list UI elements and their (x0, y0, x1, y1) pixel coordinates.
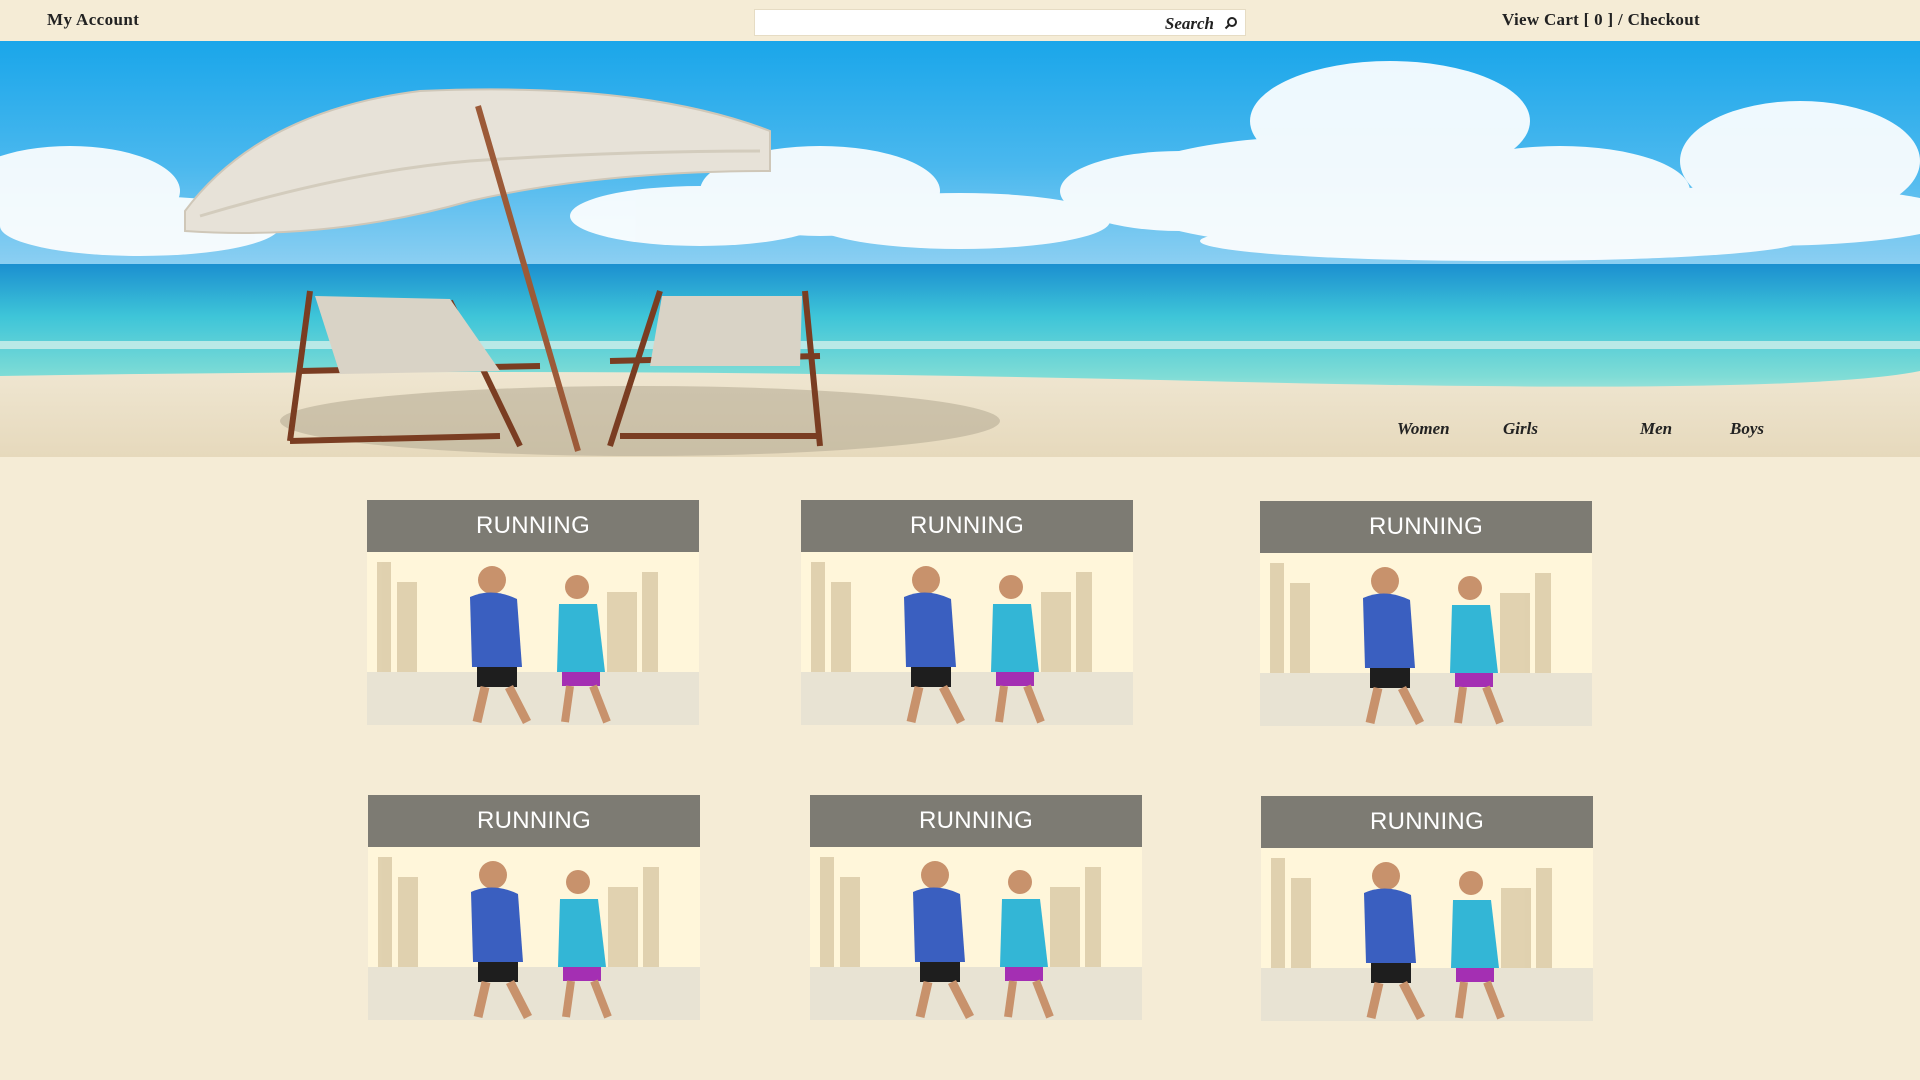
product-title: RUNNING (801, 500, 1133, 552)
my-account-link[interactable]: My Account (47, 10, 139, 30)
nav-boys[interactable]: Boys (1730, 419, 1764, 439)
product-title: RUNNING (1261, 796, 1593, 848)
product-title: RUNNING (810, 795, 1142, 847)
cart-area: View Cart [ 0 ] / Checkout (1502, 10, 1700, 30)
runners-image (1260, 553, 1592, 726)
search-placeholder: Search (1164, 14, 1214, 33)
search-input[interactable]: Search (754, 9, 1246, 36)
product-card[interactable]: RUNNING (1260, 501, 1592, 726)
product-title: RUNNING (367, 500, 699, 552)
product-card[interactable]: RUNNING (801, 500, 1133, 725)
top-bar: My Account Search View Cart [ 0 ] / Chec… (0, 0, 1920, 41)
hero-banner: Women Girls Men Boys (0, 41, 1920, 457)
nav-girls[interactable]: Girls (1503, 419, 1538, 439)
product-card[interactable]: RUNNING (368, 795, 700, 1020)
product-card[interactable]: RUNNING (367, 500, 699, 725)
runners-image (810, 847, 1142, 1020)
product-title: RUNNING (1260, 501, 1592, 553)
runners-image (1261, 848, 1593, 1021)
runners-image (368, 847, 700, 1020)
beach-scene-image (0, 61, 1920, 457)
search-icon[interactable] (1224, 16, 1238, 30)
runners-image (367, 552, 699, 725)
product-title: RUNNING (368, 795, 700, 847)
checkout-link[interactable]: Checkout (1628, 10, 1700, 29)
runners-image (801, 552, 1133, 725)
product-card[interactable]: RUNNING (810, 795, 1142, 1020)
nav-men[interactable]: Men (1640, 419, 1672, 439)
nav-women[interactable]: Women (1397, 419, 1450, 439)
cart-separator: / (1613, 10, 1628, 29)
view-cart-link[interactable]: View Cart [ 0 ] (1502, 10, 1614, 29)
product-card[interactable]: RUNNING (1261, 796, 1593, 1021)
